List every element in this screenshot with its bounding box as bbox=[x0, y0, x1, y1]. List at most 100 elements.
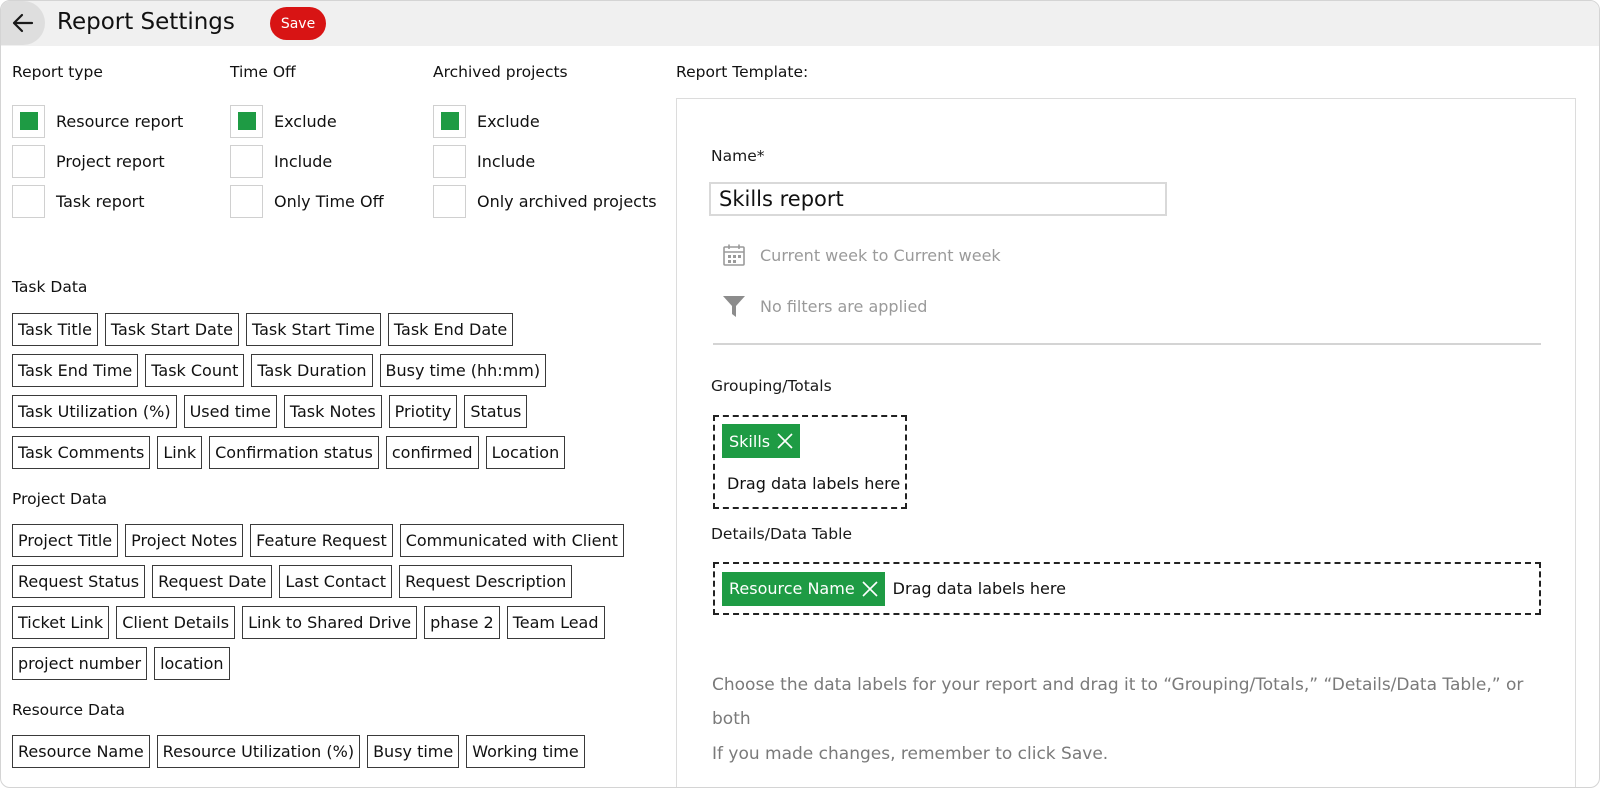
checkbox-unchecked[interactable] bbox=[12, 144, 45, 178]
check-mark-icon bbox=[237, 112, 256, 130]
option-label: Only archived projects bbox=[477, 191, 657, 211]
data-label-chip[interactable]: Task Utilization (%) bbox=[12, 395, 177, 428]
date-range-row[interactable]: Current week to Current week bbox=[722, 243, 1001, 267]
details-data-table-dropzone[interactable]: Resource Name Drag data labels here bbox=[713, 562, 1541, 615]
data-label-chip[interactable]: Priotity bbox=[388, 395, 458, 428]
data-label-chip[interactable]: phase 2 bbox=[424, 606, 500, 639]
data-label-chip[interactable]: Used time bbox=[183, 395, 277, 428]
data-label-chip[interactable]: Last Contact bbox=[279, 565, 393, 598]
arrow-left-icon bbox=[12, 13, 34, 33]
data-label-chip[interactable]: Task Comments bbox=[12, 436, 151, 469]
close-icon[interactable] bbox=[855, 572, 885, 606]
data-label-chip[interactable]: Feature Request bbox=[250, 524, 393, 557]
checkbox-unchecked[interactable] bbox=[12, 184, 45, 218]
data-label-chip[interactable]: Project Title bbox=[12, 524, 119, 557]
grouping-chip-list: Skills bbox=[722, 424, 801, 458]
data-label-chip[interactable]: Working time bbox=[466, 735, 585, 768]
data-label-chip[interactable]: Request Status bbox=[12, 565, 146, 598]
selected-label-text: Skills bbox=[729, 431, 771, 451]
data-label-chip[interactable]: Link to Shared Drive bbox=[242, 606, 418, 639]
grouping-drop-hint: Drag data labels here bbox=[727, 474, 901, 493]
data-label-chip[interactable]: Task Title bbox=[12, 313, 98, 346]
date-range-text: Current week to Current week bbox=[760, 245, 1001, 265]
selected-label-chip[interactable]: Resource Name bbox=[722, 571, 885, 606]
archived-option[interactable]: Only archived projects bbox=[433, 184, 657, 218]
data-label-chip[interactable]: Link bbox=[157, 436, 203, 469]
data-label-chip[interactable]: Busy time (hh:mm) bbox=[379, 354, 547, 387]
checkbox-unchecked[interactable] bbox=[230, 144, 263, 178]
time-off-label: Time Off bbox=[230, 63, 296, 81]
data-label-chip[interactable]: project number bbox=[12, 647, 148, 680]
check-mark-icon bbox=[19, 112, 38, 130]
data-label-chip[interactable]: Ticket Link bbox=[12, 606, 110, 639]
data-label-chip[interactable]: Resource Utilization (%) bbox=[156, 735, 361, 768]
data-label-chip[interactable]: Status bbox=[464, 395, 528, 428]
selected-label-chip[interactable]: Skills bbox=[722, 424, 801, 458]
checkbox-unchecked[interactable] bbox=[433, 184, 466, 218]
data-label-chip[interactable]: Client Details bbox=[116, 606, 236, 639]
project-data-label: Project Data bbox=[12, 490, 107, 508]
resource-data-label: Resource Data bbox=[12, 701, 126, 719]
time-off-option[interactable]: Exclude bbox=[230, 104, 337, 138]
data-label-chip[interactable]: Task Duration bbox=[251, 354, 373, 387]
data-label-chip[interactable]: Busy time bbox=[367, 735, 460, 768]
data-label-chip[interactable]: Resource Name bbox=[12, 735, 150, 768]
archived-projects-label: Archived projects bbox=[433, 63, 568, 81]
data-label-chip[interactable]: Location bbox=[485, 436, 566, 469]
top-bar: Report Settings Save bbox=[1, 1, 1599, 46]
checkbox-unchecked[interactable] bbox=[230, 184, 263, 218]
filter-icon bbox=[723, 296, 745, 317]
checkbox-checked[interactable] bbox=[12, 104, 45, 138]
data-label-chip[interactable]: Task End Date bbox=[387, 313, 514, 346]
divider bbox=[713, 343, 1541, 345]
data-label-chip[interactable]: Communicated with Client bbox=[399, 524, 624, 557]
save-button[interactable]: Save bbox=[270, 7, 326, 40]
chip-row: Request Status Request Date Last Contact Re… bbox=[12, 565, 573, 598]
report-type-option[interactable]: Resource report bbox=[12, 104, 183, 138]
checkbox-unchecked[interactable] bbox=[433, 144, 466, 178]
option-label: Include bbox=[274, 151, 333, 171]
selected-label-text: Resource Name bbox=[729, 579, 855, 598]
checkbox-checked[interactable] bbox=[433, 104, 466, 138]
chip-row: Task Utilization (%) Used time Task Notes P… bbox=[12, 395, 528, 428]
checkbox-checked[interactable] bbox=[230, 104, 263, 138]
option-label: Exclude bbox=[274, 111, 337, 131]
data-label-chip[interactable]: Request Description bbox=[399, 565, 573, 598]
page-title: Report Settings bbox=[57, 9, 235, 35]
data-label-chip[interactable]: Team Lead bbox=[506, 606, 605, 639]
chip-row: Task Title Task Start Date Task Start Time… bbox=[12, 313, 514, 346]
option-label: Task report bbox=[56, 191, 145, 211]
report-name-input[interactable] bbox=[709, 182, 1167, 216]
chip-row: Task End Time Task Count Task Duration Busy… bbox=[12, 354, 547, 387]
archived-option[interactable]: Include bbox=[433, 144, 535, 178]
chip-row: project number location bbox=[12, 647, 230, 680]
back-button[interactable] bbox=[1, 1, 45, 45]
data-label-chip[interactable]: Task Start Time bbox=[245, 313, 381, 346]
time-off-option[interactable]: Only Time Off bbox=[230, 184, 384, 218]
close-icon[interactable] bbox=[770, 424, 800, 458]
data-label-chip[interactable]: Task Count bbox=[145, 354, 245, 387]
details-chip-list: Resource Name bbox=[722, 571, 885, 606]
archived-option[interactable]: Exclude bbox=[433, 104, 540, 138]
data-label-chip[interactable]: Confirmation status bbox=[209, 436, 379, 469]
data-label-chip[interactable]: Task End Time bbox=[12, 354, 139, 387]
chip-row: Resource Name Resource Utilization (%) Bus… bbox=[12, 735, 585, 768]
chip-row: Task Comments Link Confirmation status conf… bbox=[12, 436, 566, 469]
filters-row[interactable]: No filters are applied bbox=[722, 294, 927, 318]
report-template-panel: Name* Current week to Current week No fi… bbox=[676, 98, 1576, 787]
grouping-totals-dropzone[interactable]: Skills Drag data labels here bbox=[713, 415, 907, 509]
name-label: Name* bbox=[711, 147, 765, 165]
data-label-chip[interactable]: Project Notes bbox=[125, 524, 244, 557]
option-label: Resource report bbox=[56, 111, 184, 131]
data-label-chip[interactable]: confirmed bbox=[385, 436, 479, 469]
report-type-option[interactable]: Project report bbox=[12, 144, 165, 178]
option-label: Exclude bbox=[477, 111, 540, 131]
report-template-title: Report Template: bbox=[676, 63, 809, 81]
time-off-option[interactable]: Include bbox=[230, 144, 332, 178]
data-label-chip[interactable]: location bbox=[154, 647, 230, 680]
report-type-option[interactable]: Task report bbox=[12, 184, 144, 218]
data-label-chip[interactable]: Request Date bbox=[152, 565, 273, 598]
data-label-chip[interactable]: Task Notes bbox=[283, 395, 382, 428]
data-label-chip[interactable]: Task Start Date bbox=[104, 313, 239, 346]
help-text-1: Choose the data labels for your report a… bbox=[712, 675, 1524, 729]
